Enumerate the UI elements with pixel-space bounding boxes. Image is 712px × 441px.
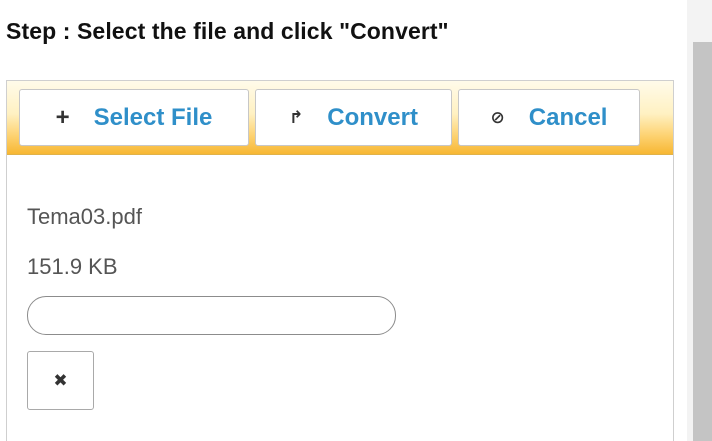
file-size: 151.9 KB (27, 254, 118, 279)
file-name: Tema03.pdf (27, 204, 142, 229)
remove-file-button[interactable]: ✖ (27, 351, 94, 410)
step-title: Step : Select the file and click "Conver… (6, 18, 449, 44)
select-file-label: Select File (93, 103, 213, 131)
upload-progress-bar (27, 296, 396, 335)
cancel-label: Cancel (528, 103, 608, 131)
uploader-toolbar: + Select File ↱ Convert ⊘ Cancel (7, 81, 673, 155)
plus-icon: + (55, 103, 70, 131)
convert-button[interactable]: ↱ Convert (255, 89, 452, 146)
close-icon: ✖ (53, 370, 68, 390)
scrollbar-thumb[interactable] (693, 42, 712, 441)
select-file-button[interactable]: + Select File (19, 89, 249, 146)
cancel-icon: ⊘ (490, 107, 505, 127)
convert-label: Convert (327, 103, 418, 131)
cancel-button[interactable]: ⊘ Cancel (458, 89, 640, 146)
file-uploader: + Select File ↱ Convert ⊘ Cancel Tema03.… (6, 80, 674, 441)
converter-page: Step : Select the file and click "Conver… (0, 0, 712, 441)
upload-arrow-icon: ↱ (289, 107, 304, 127)
